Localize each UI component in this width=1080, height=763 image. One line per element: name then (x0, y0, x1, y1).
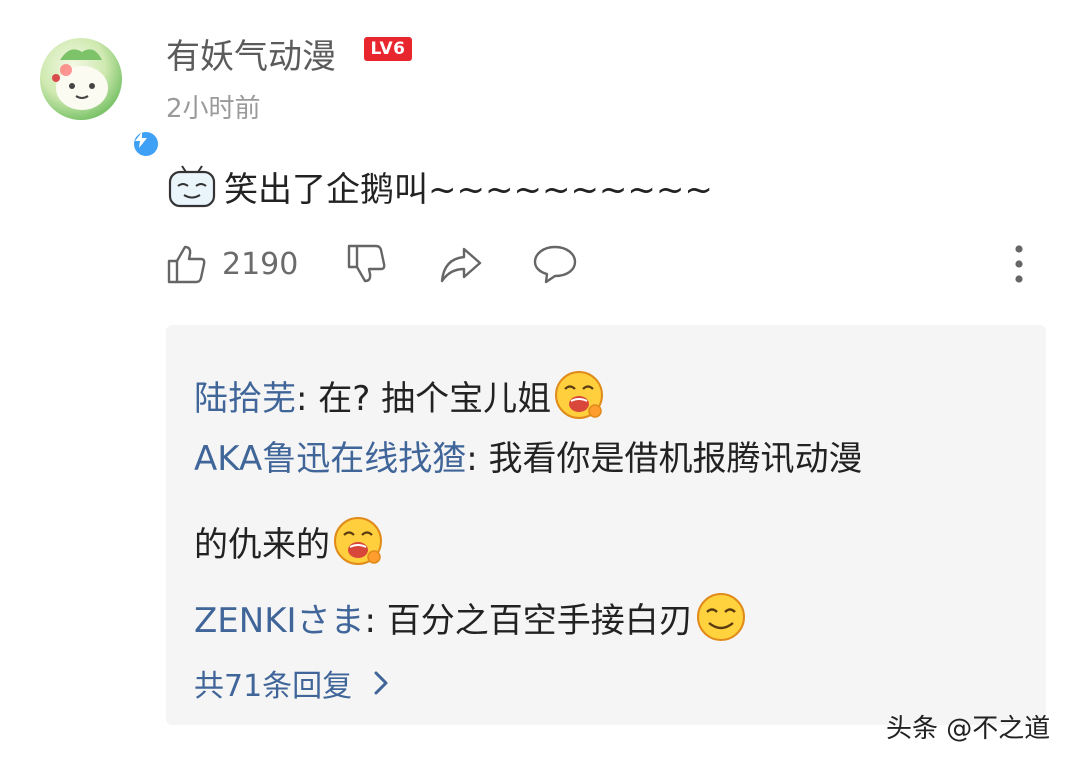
more-vertical-icon (1015, 245, 1023, 283)
greedy-face-emoji-icon (332, 515, 384, 567)
tv-smirk-emoji-icon (166, 164, 220, 210)
like-button[interactable]: 2190 (166, 242, 298, 286)
greedy-face-emoji-icon (553, 369, 605, 421)
thumbs-down-icon (347, 244, 386, 283)
reply-author[interactable]: 陆拾芜 (194, 371, 296, 420)
reply-text: : 我看你是借机报腾讯动漫 (466, 439, 863, 479)
share-button[interactable] (438, 242, 484, 286)
chevron-right-icon (374, 671, 388, 695)
replies-panel: 陆拾芜 : 在? 抽个宝儿姐 AKA鲁迅在线找猹 : 我看你是借机报腾讯动漫 的… (166, 325, 1046, 725)
avatar[interactable] (40, 38, 160, 158)
more-options-button[interactable] (1004, 242, 1034, 286)
comment-bubble-icon (533, 245, 577, 284)
reply-item[interactable]: ZENKIさま : 百分之百空手接白刃 (194, 591, 747, 643)
watermark: 头条 @不之道 (886, 714, 1051, 744)
avatar-illustration (52, 49, 108, 110)
comment-text: 笑出了企鹅叫~~~~~~~~~~ (224, 170, 713, 210)
view-all-replies-link[interactable]: 共71条回复 (194, 661, 396, 705)
comment-text-row: 笑出了企鹅叫~~~~~~~~~~ (166, 162, 713, 211)
reply-text: : 百分之百空手接白刃 (364, 600, 693, 641)
reply-button[interactable] (532, 242, 578, 286)
reply-author[interactable]: AKA鲁迅在线找猹 (194, 431, 466, 480)
reply-item[interactable]: 陆拾芜 : 在? 抽个宝儿姐 (194, 369, 605, 421)
verified-badge-icon (132, 130, 160, 158)
smug-smile-emoji-icon (695, 591, 747, 643)
like-count: 2190 (222, 246, 299, 282)
dislike-button[interactable] (346, 242, 388, 286)
username[interactable]: 有妖气动漫 (166, 29, 336, 78)
reply-item-continued[interactable]: 的仇来的 (194, 515, 384, 567)
reply-item[interactable]: AKA鲁迅在线找猹 : 我看你是借机报腾讯动漫 (194, 431, 862, 480)
more-replies-label: 共71条回复 (194, 669, 353, 704)
thumbs-up-icon (167, 245, 206, 284)
reply-text-continued: 的仇来的 (194, 524, 330, 565)
reply-author[interactable]: ZENKIさま (194, 593, 365, 642)
reply-text: : 在? 抽个宝儿姐 (296, 378, 552, 419)
action-bar: 2190 (166, 242, 1036, 290)
share-arrow-icon (440, 247, 482, 283)
level-badge: LV6 (364, 37, 412, 61)
comment-time: 2小时前 (166, 94, 261, 124)
